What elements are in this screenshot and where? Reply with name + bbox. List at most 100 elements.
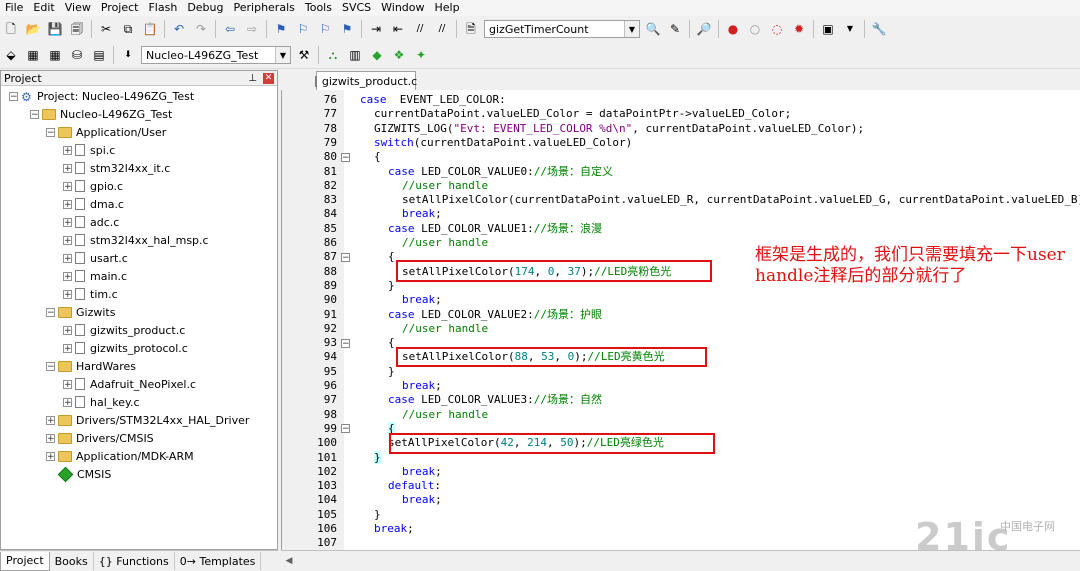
code-line[interactable]: }: [374, 508, 381, 522]
tree-item[interactable]: + adc.c: [63, 213, 119, 231]
collapse-icon[interactable]: −: [46, 127, 55, 137]
download-icon[interactable]: ⬇: [120, 47, 136, 63]
tree-item[interactable]: − Application/User: [46, 123, 166, 141]
tab-books[interactable]: Books: [50, 552, 94, 570]
paste-icon[interactable]: 📋: [142, 21, 158, 37]
bookmark-clear-icon[interactable]: ⚑: [339, 21, 355, 37]
tree-item[interactable]: + tim.c: [63, 285, 118, 303]
menu-file[interactable]: File: [0, 0, 28, 16]
code-area[interactable]: case EVENT_LED_COLOR: currentDataPoint.va…: [344, 90, 1080, 550]
select-packs-icon[interactable]: ▥: [347, 47, 363, 63]
expand-icon[interactable]: +: [63, 325, 72, 335]
menu-svcs[interactable]: SVCS: [337, 0, 376, 16]
code-line[interactable]: switch(currentDataPoint.valueLED_Color): [374, 136, 632, 150]
expand-icon[interactable]: +: [63, 145, 72, 155]
target-combo[interactable]: Nucleo-L496ZG_Test ▼: [141, 46, 291, 64]
bookmark-set-icon[interactable]: ⚑: [273, 21, 289, 37]
translate-icon[interactable]: ⬙: [3, 47, 19, 63]
code-line[interactable]: case LED_COLOR_VALUE1://场景：浪漫: [388, 222, 602, 236]
menu-flash[interactable]: Flash: [143, 0, 182, 16]
redo-icon[interactable]: ↷: [193, 21, 209, 37]
manage-rte-icon[interactable]: ◆: [369, 47, 385, 63]
tree-item[interactable]: + stm32l4xx_hal_msp.c: [63, 231, 209, 249]
code-line[interactable]: {: [388, 336, 395, 350]
code-editor[interactable]: 76 77 78 79 80−81 82 83 84 85 86 87−88 89 90 91 92 93−9…: [281, 90, 1080, 550]
tree-item[interactable]: − Nucleo-L496ZG_Test: [30, 105, 172, 123]
expand-icon[interactable]: +: [63, 397, 72, 407]
expand-icon[interactable]: +: [63, 271, 72, 281]
window-layout-icon[interactable]: ▣: [820, 21, 836, 37]
menu-window[interactable]: Window: [376, 0, 429, 16]
code-line[interactable]: default:: [388, 479, 441, 493]
tree-item[interactable]: + Application/MDK-ARM: [46, 447, 194, 465]
expand-icon[interactable]: +: [63, 289, 72, 299]
open-folder-icon[interactable]: 📂: [25, 21, 41, 37]
collapse-icon[interactable]: −: [46, 361, 55, 371]
tree-item[interactable]: − ⚙ Project: Nucleo-L496ZG_Test: [9, 87, 194, 105]
scroll-left-icon[interactable]: ◀: [281, 552, 297, 570]
bookmark-next-icon[interactable]: ⚐: [317, 21, 333, 37]
nav-forward-icon[interactable]: ⇨: [244, 21, 260, 37]
breakpoint-enable-icon[interactable]: ○: [747, 21, 763, 37]
code-line[interactable]: break;: [374, 522, 414, 536]
tree-item[interactable]: + dma.c: [63, 195, 124, 213]
expand-icon[interactable]: +: [63, 253, 72, 263]
code-line[interactable]: case LED_COLOR_VALUE0://场景：自定义: [388, 165, 613, 179]
code-line[interactable]: setAllPixelColor(currentDataPoint.valueL…: [402, 193, 1080, 207]
collapse-icon[interactable]: −: [46, 307, 55, 317]
menu-project[interactable]: Project: [96, 0, 144, 16]
collapse-icon[interactable]: −: [9, 91, 18, 101]
manage-project-icon[interactable]: ⛬: [325, 47, 341, 63]
batch-build-icon[interactable]: ⛁: [69, 47, 85, 63]
incremental-find-icon[interactable]: ✎: [667, 21, 683, 37]
pin-icon[interactable]: ⊥: [248, 73, 257, 84]
code-line[interactable]: //user handle: [402, 408, 488, 422]
uncomment-icon[interactable]: //: [434, 21, 450, 37]
menu-view[interactable]: View: [60, 0, 96, 16]
tree-item[interactable]: + hal_key.c: [63, 393, 140, 411]
comment-icon[interactable]: //: [412, 21, 428, 37]
collapse-icon[interactable]: −: [30, 109, 39, 119]
gizwits-plugin-icon[interactable]: ✦: [413, 47, 429, 63]
find-icon[interactable]: 🔍: [645, 21, 661, 37]
copy-icon[interactable]: ⧉: [120, 21, 136, 37]
indent-icon[interactable]: ⇥: [368, 21, 384, 37]
code-line[interactable]: case LED_COLOR_VALUE3://场景：自然: [388, 393, 602, 407]
tree-item[interactable]: + main.c: [63, 267, 127, 285]
expand-icon[interactable]: +: [63, 199, 72, 209]
expand-icon[interactable]: +: [63, 235, 72, 245]
chevron-down-icon[interactable]: ▼: [275, 47, 290, 63]
code-line[interactable]: }: [388, 279, 395, 293]
breakpoint-kill-icon[interactable]: ✹: [791, 21, 807, 37]
code-line[interactable]: {: [374, 150, 381, 164]
expand-icon[interactable]: +: [63, 217, 72, 227]
menu-edit[interactable]: Edit: [28, 0, 59, 16]
tree-item[interactable]: + Drivers/STM32L4xx_HAL_Driver: [46, 411, 249, 429]
code-line[interactable]: //user handle: [402, 236, 488, 250]
tree-item[interactable]: + spi.c: [63, 141, 115, 159]
code-line[interactable]: break;: [402, 379, 442, 393]
configure-icon[interactable]: 🔧: [871, 21, 887, 37]
expand-icon[interactable]: +: [46, 415, 55, 425]
unindent-icon[interactable]: ⇤: [390, 21, 406, 37]
menu-help[interactable]: Help: [430, 0, 465, 16]
tab-project[interactable]: Project: [0, 551, 50, 571]
bookmark-prev-icon[interactable]: ⚐: [295, 21, 311, 37]
chevron-down-icon[interactable]: ▼: [624, 21, 639, 37]
expand-icon[interactable]: +: [63, 181, 72, 191]
expand-icon[interactable]: +: [63, 163, 72, 173]
expand-icon[interactable]: +: [63, 379, 72, 389]
tree-item[interactable]: + usart.c: [63, 249, 128, 267]
code-line[interactable]: case LED_COLOR_VALUE2://场景：护眼: [388, 308, 602, 322]
code-line[interactable]: {: [388, 250, 395, 264]
code-line[interactable]: break;: [402, 293, 442, 307]
undo-icon[interactable]: ↶: [171, 21, 187, 37]
menu-peripherals[interactable]: Peripherals: [229, 0, 300, 16]
save-icon[interactable]: 💾: [47, 21, 63, 37]
tree-item[interactable]: CMSIS: [46, 465, 111, 483]
nav-back-icon[interactable]: ⇦: [222, 21, 238, 37]
code-line[interactable]: GIZWITS_LOG("Evt: EVENT_LED_COLOR %d\n",…: [374, 122, 864, 136]
breakpoint-insert-icon[interactable]: ●: [725, 21, 741, 37]
code-line[interactable]: case EVENT_LED_COLOR:: [360, 93, 506, 107]
tree-item[interactable]: + gpio.c: [63, 177, 123, 195]
